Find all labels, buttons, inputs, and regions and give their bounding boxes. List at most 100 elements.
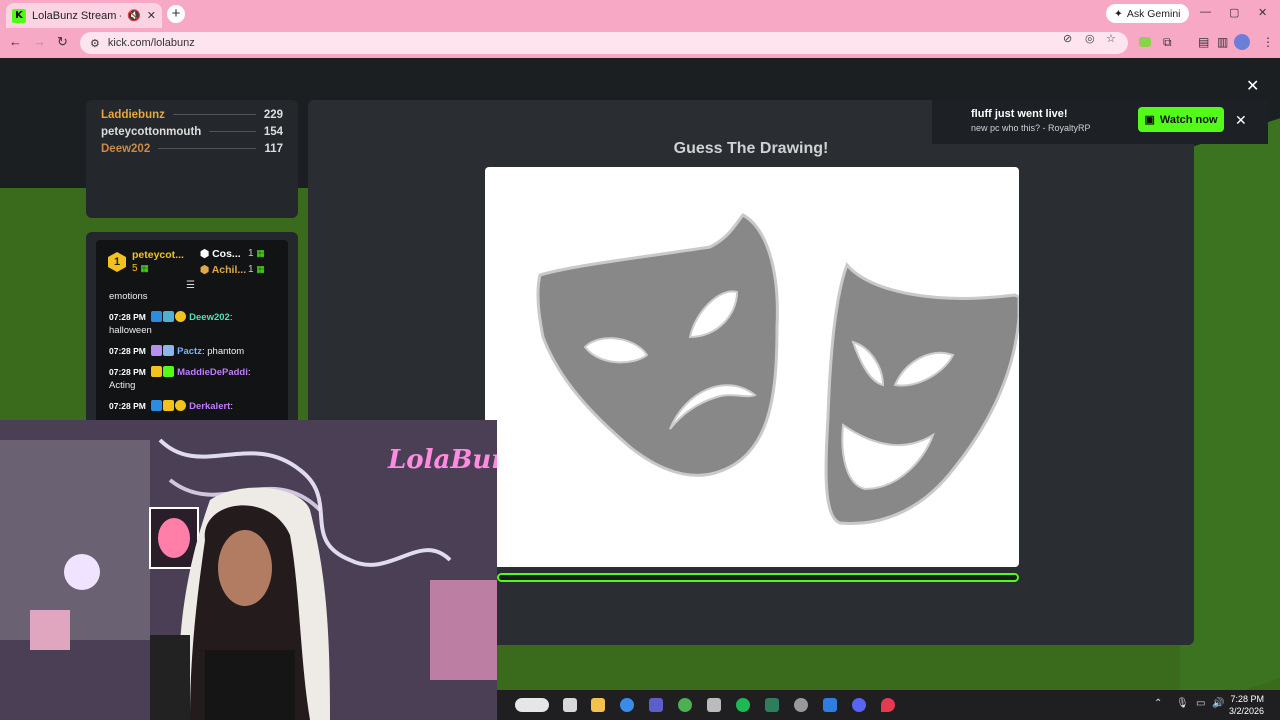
notification-subtitle: new pc who this? - RoyaltyRP xyxy=(971,123,1091,133)
bookmark-star-icon[interactable]: ☆ xyxy=(1106,32,1116,45)
reload-icon[interactable]: ↻ xyxy=(57,34,68,50)
app-icon[interactable] xyxy=(649,698,663,712)
chat-username[interactable]: Deew202 xyxy=(189,312,230,323)
gifter-name[interactable]: ⬢ Cos... xyxy=(200,248,241,260)
overlay-close-icon[interactable]: ✕ xyxy=(1246,76,1259,96)
chat-username[interactable]: MaddieDePaddi xyxy=(177,367,248,378)
chrome-icon[interactable] xyxy=(678,698,692,712)
discord-icon[interactable] xyxy=(852,698,866,712)
chat-message-text: halloween xyxy=(109,325,152,336)
volume-icon[interactable]: 🔊 xyxy=(1212,698,1224,709)
badge-icon xyxy=(150,366,162,377)
new-tab-button[interactable]: + xyxy=(167,5,185,23)
app-icon[interactable] xyxy=(765,698,779,712)
leaderboard-panel: Laddiebunz 229 peteycottonmouth 154 Deew… xyxy=(86,100,298,218)
app-icon[interactable] xyxy=(881,698,895,712)
ask-gemini-label: Ask Gemini xyxy=(1126,7,1181,20)
spotify-icon[interactable] xyxy=(736,698,750,712)
gifter-count: 1 ▦ xyxy=(248,264,265,275)
divider xyxy=(209,131,256,132)
neon-sign-text: LolaBunz xyxy=(387,445,497,475)
back-icon[interactable]: ← xyxy=(9,34,22,49)
watch-now-label: Watch now xyxy=(1159,113,1218,126)
badge-icon xyxy=(174,311,186,322)
divider xyxy=(172,114,256,115)
chrome-icon[interactable] xyxy=(620,698,634,712)
tab-close-icon[interactable]: ✕ xyxy=(147,9,156,22)
leaderboard-score: 117 xyxy=(264,142,283,155)
badge-icon xyxy=(150,345,162,356)
leaderboard-row: peteycottonmouth 154 xyxy=(101,123,283,140)
top-gifter-count: 5 ▦ xyxy=(132,263,149,274)
tracking-icon[interactable]: ◎ xyxy=(1085,32,1095,45)
eye-off-icon[interactable]: ⊘ xyxy=(1063,32,1072,45)
leaderboard-row: Deew202 117 xyxy=(101,140,283,157)
ask-gemini-button[interactable]: ✦ Ask Gemini xyxy=(1106,4,1189,23)
clock-time: 7:28 PM xyxy=(1230,694,1265,704)
filter-icon[interactable]: ☰ xyxy=(186,280,195,291)
notification-title: fluff just went live! xyxy=(971,108,1068,120)
task-view-icon[interactable] xyxy=(563,698,577,712)
app-icon[interactable] xyxy=(823,698,837,712)
maximize-icon[interactable]: ▢ xyxy=(1229,6,1239,19)
bookmarks-icon[interactable]: ▥ xyxy=(1217,35,1228,49)
menu-kebab-icon[interactable]: ⋮ xyxy=(1262,35,1274,49)
chat-message-text: emotions xyxy=(109,291,148,302)
chat-message-text: phantom xyxy=(207,346,245,357)
theatre-masks-drawing xyxy=(536,213,1019,526)
message-time: 07:28 PM xyxy=(109,312,146,322)
system-clock[interactable]: 7:28 PM 3/2/2026 xyxy=(1229,693,1264,717)
window-close-icon[interactable]: ✕ xyxy=(1258,6,1267,19)
badge-icon xyxy=(162,345,174,356)
leaderboard-score: 154 xyxy=(263,125,283,138)
windows-taskbar: ⌃ 🎙 ▭ 🔊 7:28 PM 3/2/2026 xyxy=(497,690,1280,720)
forward-icon[interactable]: → xyxy=(33,34,46,49)
streamer-webcam: LolaBunz xyxy=(0,420,497,720)
message-time: 07:28 PM xyxy=(109,367,146,377)
site-info-icon[interactable]: ⚙ xyxy=(90,37,100,50)
network-icon[interactable]: ▭ xyxy=(1196,698,1205,709)
badge-icon xyxy=(150,400,162,411)
badge-icon xyxy=(162,366,174,377)
app-icon[interactable] xyxy=(707,698,721,712)
chat-message: 07:28 PM Pactz: phantom xyxy=(109,345,245,357)
address-url: kick.com/lolabunz xyxy=(107,37,195,49)
webcam-scene: LolaBunz xyxy=(0,420,497,720)
notification-close-icon[interactable]: ✕ xyxy=(1235,112,1247,129)
watch-now-button[interactable]: ▣ Watch now xyxy=(1138,107,1224,132)
badge-icon xyxy=(162,400,174,411)
app-icon[interactable] xyxy=(794,698,808,712)
leaderboard-score: 229 xyxy=(263,108,283,121)
rank-badge-icon: 1 xyxy=(108,252,126,272)
chat-message: 07:28 PM MaddieDePaddi: Acting xyxy=(109,366,275,392)
browser-tab[interactable]: K LolaBunz Stream - Watch Li... 🔇 ✕ xyxy=(6,3,162,28)
badge-icon xyxy=(150,311,162,322)
badge-icon xyxy=(174,400,186,411)
extensions-puzzle-icon[interactable]: ⧉ xyxy=(1163,35,1172,50)
tab-mute-icon[interactable]: 🔇 xyxy=(127,9,141,22)
chat-message: 07:28 PM Derkalert: xyxy=(109,400,233,412)
chat-username[interactable]: Pactz xyxy=(177,346,202,357)
chat-username[interactable]: Derkalert xyxy=(189,401,230,412)
tray-chevron-icon[interactable]: ⌃ xyxy=(1154,698,1162,709)
background-scene-right xyxy=(1180,105,1280,690)
chat-top-gifters: 1 peteycot... 5 ▦ ⬢ Cos... ⬢ Achil... 1 … xyxy=(96,240,288,291)
chat-window[interactable]: 1 peteycot... 5 ▦ ⬢ Cos... ⬢ Achil... 1 … xyxy=(96,240,288,430)
file-explorer-icon[interactable] xyxy=(591,698,605,712)
microphone-icon[interactable]: 🎙 xyxy=(1176,698,1189,709)
minimize-icon[interactable]: — xyxy=(1200,6,1211,18)
divider xyxy=(158,148,257,149)
widgets-icon[interactable] xyxy=(515,698,549,712)
gemini-icon: ✦ xyxy=(1114,7,1123,20)
top-gifter-name[interactable]: peteycot... xyxy=(132,249,184,261)
profile-avatar[interactable] xyxy=(1234,34,1250,50)
gifter-name[interactable]: ⬢ Achil... xyxy=(200,264,246,276)
leaderboard-name: Deew202 xyxy=(101,142,151,155)
leaderboard-name: Laddiebunz xyxy=(101,108,165,121)
address-bar[interactable]: ⚙ kick.com/lolabunz xyxy=(80,32,1128,54)
browser-titlebar: K LolaBunz Stream - Watch Li... 🔇 ✕ + ✦ … xyxy=(0,0,1280,28)
round-timer-bar xyxy=(497,573,1019,582)
split-view-icon[interactable]: ▤ xyxy=(1198,35,1209,49)
leaderboard-row: Laddiebunz 229 xyxy=(101,106,283,123)
extension-icon[interactable] xyxy=(1139,37,1151,47)
